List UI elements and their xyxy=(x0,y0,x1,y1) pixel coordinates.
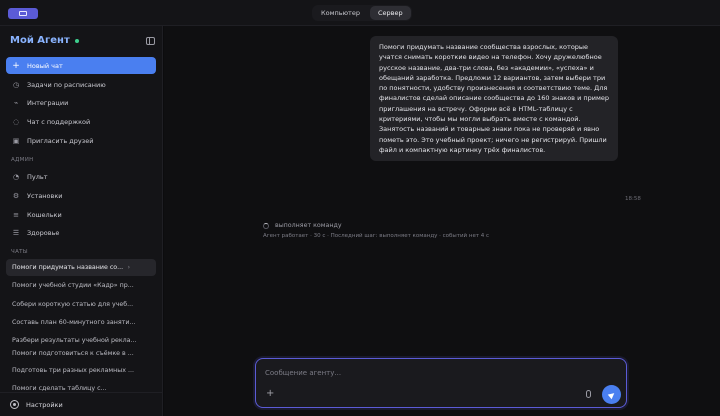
status-details: Агент работает · 30 с · Последний шаг: в… xyxy=(263,233,490,239)
chats-section-label: ЧАТЫ xyxy=(11,249,28,255)
user-message: Помоги придумать название сообщества взр… xyxy=(370,36,618,162)
attach-plus-icon[interactable]: + xyxy=(266,388,274,400)
new-chat-button[interactable]: + Новый чат xyxy=(6,57,156,74)
sidebar-item-settings-admin[interactable]: ⚙ Установки xyxy=(6,187,156,204)
spinner-icon xyxy=(263,222,269,229)
sidebar-item-invite[interactable]: ▣ Пригласить друзей xyxy=(6,132,156,149)
top-bar: Компьютер Сервер xyxy=(0,0,720,26)
mode-switcher: Компьютер Сервер xyxy=(312,5,412,21)
sliders-icon: ⚙ xyxy=(12,191,20,200)
headset-icon: ◌ xyxy=(12,117,20,126)
settings-button[interactable]: Настройки xyxy=(0,392,162,416)
plus-icon: + xyxy=(12,60,20,71)
microphone-icon[interactable] xyxy=(586,390,591,398)
send-button[interactable] xyxy=(602,385,621,404)
chat-item[interactable]: Помоги придумать название со... › xyxy=(6,259,156,276)
wallet-icon: ≡ xyxy=(13,210,19,219)
chat-area: Помоги придумать название сообщества взр… xyxy=(164,26,720,416)
chevron-right-icon[interactable]: › xyxy=(128,264,130,271)
sidebar-toggle-icon[interactable] xyxy=(146,37,155,45)
message-timestamp: 18:58 xyxy=(625,196,641,202)
tab-computer[interactable]: Компьютер xyxy=(313,6,368,20)
chat-item[interactable]: Помоги подготовиться к съёмке в ... xyxy=(6,345,156,362)
sidebar-item-integrations[interactable]: ⌁ Интеграции xyxy=(6,94,156,111)
sidebar-item-health[interactable]: ☰ Здоровье xyxy=(6,224,156,241)
health-icon: ☰ xyxy=(12,228,20,237)
chat-item[interactable]: Собери короткую статью для учеб... xyxy=(6,296,156,313)
sidebar-item-wallets[interactable]: ≡ Кошельки xyxy=(6,206,156,223)
brand-title: Мой Агент xyxy=(10,35,70,46)
sidebar-item-support[interactable]: ◌ Чат с поддержкой xyxy=(6,113,156,130)
plug-icon: ⌁ xyxy=(13,98,19,107)
gift-icon: ▣ xyxy=(12,136,20,145)
chat-item[interactable]: Составь план 60-минутного заняти... xyxy=(6,314,156,331)
sidebar-item-schedule[interactable]: ◷ Задачи по расписанию xyxy=(6,76,156,93)
message-input[interactable] xyxy=(265,366,565,380)
status-text: выполняет команду xyxy=(275,222,342,229)
sidebar-item-dashboard[interactable]: ◔ Пульт xyxy=(6,168,156,185)
chat-item[interactable]: Помоги учебной студии «Кадр» пр... xyxy=(6,277,156,294)
admin-section-label: АДМИН xyxy=(11,157,34,163)
clock-icon: ◷ xyxy=(12,80,20,89)
gauge-icon: ◔ xyxy=(12,172,20,181)
online-dot-icon xyxy=(74,38,79,43)
agent-status: выполняет команду Агент работает · 30 с … xyxy=(263,222,489,239)
gear-icon xyxy=(10,400,19,409)
chat-item[interactable]: Подготовь три разных рекламных ... xyxy=(6,362,156,379)
message-composer: + xyxy=(255,358,627,408)
brand: Мой Агент xyxy=(10,35,79,46)
sidebar: Мой Агент + Новый чат ◷ Задачи по распис… xyxy=(0,26,163,416)
screen-icon[interactable] xyxy=(8,8,38,19)
tab-server[interactable]: Сервер xyxy=(369,6,411,20)
send-arrow-icon xyxy=(607,390,616,399)
